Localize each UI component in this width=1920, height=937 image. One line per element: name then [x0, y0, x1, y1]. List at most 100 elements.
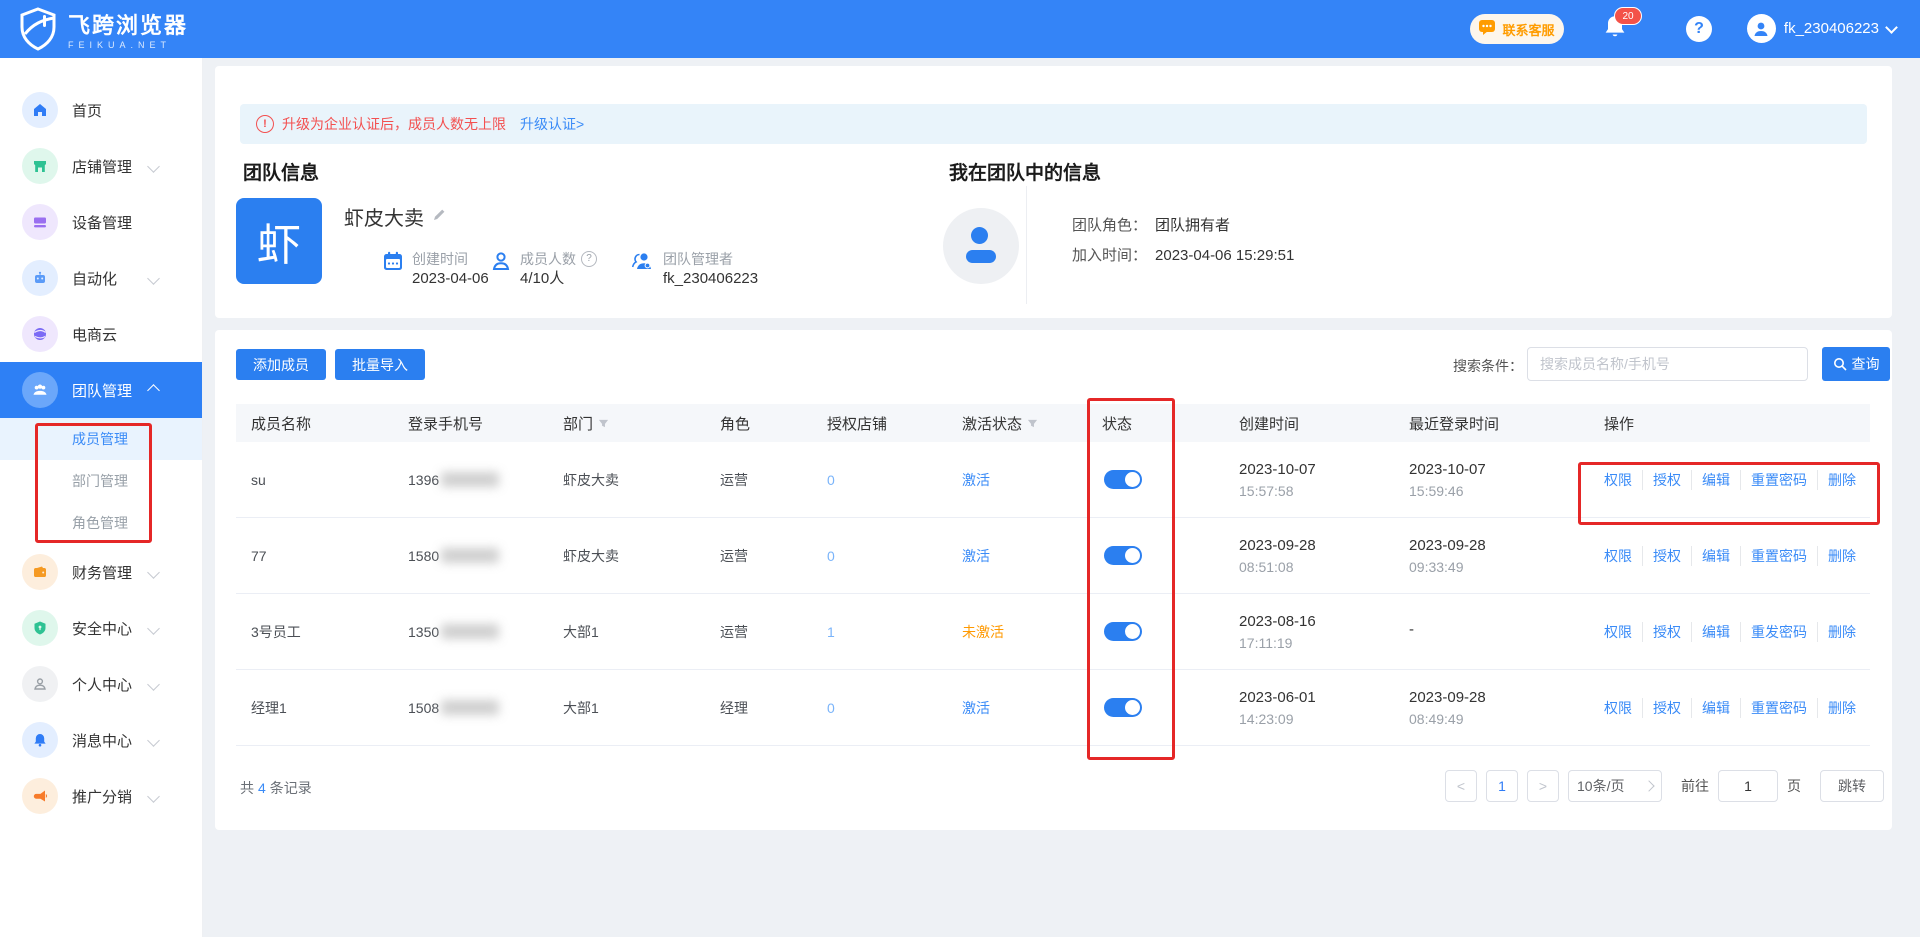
top-navigation-bar: 飞跨浏览器 FEIKUA.NET 联系客服 20 ? fk_230406223	[0, 0, 1920, 58]
resend-password-link[interactable]: 重发密码	[1740, 622, 1807, 642]
team-owner-label: 团队管理者	[663, 250, 758, 268]
sidebar-item-home[interactable]: 首页	[0, 82, 202, 138]
sidebar-item-team-management[interactable]: 团队管理	[0, 362, 202, 418]
notice-text: 升级为企业认证后，成员人数无上限	[282, 114, 506, 134]
upgrade-link[interactable]: 升级认证>	[520, 114, 584, 134]
cell-member-name: 经理1	[251, 698, 408, 718]
cell-created-time: 2023-10-0715:57:58	[1239, 461, 1409, 499]
delete-link[interactable]: 删除	[1817, 698, 1856, 718]
created-time-value: 2023-04-06	[412, 268, 489, 290]
shield-logo-icon	[18, 7, 58, 56]
add-member-button[interactable]: 添加成员	[236, 349, 326, 380]
cell-phone: 1580	[408, 548, 563, 564]
shops-count-link[interactable]: 0	[827, 548, 835, 564]
question-circle-icon[interactable]: ?	[581, 251, 597, 267]
robot-icon	[22, 260, 58, 296]
logo-title: 飞跨浏览器	[68, 13, 188, 39]
delete-link[interactable]: 删除	[1817, 546, 1856, 566]
cell-created-time: 2023-08-1617:11:19	[1239, 613, 1409, 651]
authorize-link[interactable]: 授权	[1642, 470, 1681, 490]
status-toggle[interactable]	[1104, 698, 1142, 717]
reset-password-link[interactable]: 重置密码	[1740, 470, 1807, 490]
reset-password-link[interactable]: 重置密码	[1740, 698, 1807, 718]
cloud-globe-icon	[22, 316, 58, 352]
edit-pencil-icon[interactable]	[432, 205, 447, 228]
status-toggle[interactable]	[1104, 622, 1142, 641]
search-condition-label: 搜索条件：	[1453, 356, 1523, 376]
chevron-down-icon	[147, 566, 160, 579]
edit-link[interactable]: 编辑	[1691, 698, 1730, 718]
sidebar-item-security-center[interactable]: 安全中心	[0, 600, 202, 656]
shops-count-link[interactable]: 0	[827, 700, 835, 716]
search-icon	[1833, 357, 1847, 371]
sidebar-subitem-member-management[interactable]: 成员管理	[0, 418, 202, 460]
authorize-link[interactable]: 授权	[1642, 698, 1681, 718]
sidebar-subitem-role-management[interactable]: 角色管理	[0, 502, 202, 544]
activation-status: 激活	[962, 470, 990, 490]
sidebar-item-automation[interactable]: 自动化	[0, 250, 202, 306]
reset-password-link[interactable]: 重置密码	[1740, 546, 1807, 566]
shops-count-link[interactable]: 0	[827, 472, 835, 488]
chevron-up-icon	[147, 384, 160, 397]
created-time-label: 创建时间	[412, 250, 489, 268]
warning-icon: !	[256, 115, 274, 133]
authorize-link[interactable]: 授权	[1642, 546, 1681, 566]
chevron-down-icon	[147, 734, 160, 747]
search-input[interactable]	[1527, 347, 1808, 381]
sidebar-item-personal-center[interactable]: 个人中心	[0, 656, 202, 712]
permission-link[interactable]: 权限	[1604, 470, 1632, 490]
activation-status: 未激活	[962, 622, 1004, 642]
col-status: 状态	[1102, 413, 1239, 434]
page-size-select[interactable]: 10条/页	[1568, 770, 1662, 802]
join-time-label: 加入时间：	[1072, 247, 1147, 264]
app-logo[interactable]: 飞跨浏览器 FEIKUA.NET	[18, 7, 188, 56]
table-row: 77 1580 虾皮大卖 运营 0 激活 2023-09-2808:51:08 …	[236, 518, 1870, 594]
username-label: fk_230406223	[1784, 20, 1879, 37]
shops-count-link[interactable]: 1	[827, 624, 835, 640]
next-page-button[interactable]: >	[1527, 770, 1559, 802]
megaphone-icon	[22, 778, 58, 814]
status-toggle[interactable]	[1104, 470, 1142, 489]
sidebar-subitem-department-management[interactable]: 部门管理	[0, 460, 202, 502]
device-icon	[22, 204, 58, 240]
permission-link[interactable]: 权限	[1604, 698, 1632, 718]
delete-link[interactable]: 删除	[1817, 622, 1856, 642]
delete-link[interactable]: 删除	[1817, 470, 1856, 490]
filter-funnel-icon[interactable]	[1027, 418, 1038, 429]
user-menu[interactable]: fk_230406223	[1747, 14, 1896, 43]
status-toggle[interactable]	[1104, 546, 1142, 565]
home-icon	[22, 92, 58, 128]
contact-support-button[interactable]: 联系客服	[1470, 14, 1564, 44]
sidebar-item-finance-management[interactable]: 财务管理	[0, 544, 202, 600]
question-mark-icon: ?	[1694, 20, 1704, 38]
authorize-link[interactable]: 授权	[1642, 622, 1681, 642]
jump-button[interactable]: 跳转	[1820, 770, 1884, 802]
batch-import-button[interactable]: 批量导入	[335, 349, 425, 380]
goto-page-input[interactable]	[1718, 770, 1778, 802]
calendar-icon	[382, 250, 404, 277]
notification-bell[interactable]: 20	[1602, 13, 1632, 45]
sidebar-item-message-center[interactable]: 消息中心	[0, 712, 202, 768]
edit-link[interactable]: 编辑	[1691, 470, 1730, 490]
prev-page-button[interactable]: <	[1445, 770, 1477, 802]
bell-icon	[1602, 28, 1628, 45]
search-button[interactable]: 查询	[1822, 347, 1890, 381]
help-button[interactable]: ?	[1686, 16, 1712, 42]
filter-funnel-icon[interactable]	[598, 418, 609, 429]
sidebar-item-ecommerce-cloud[interactable]: 电商云	[0, 306, 202, 362]
chevron-down-icon	[1885, 21, 1898, 34]
sidebar-item-shop-management[interactable]: 店铺管理	[0, 138, 202, 194]
permission-link[interactable]: 权限	[1604, 546, 1632, 566]
chevron-down-icon	[147, 272, 160, 285]
sidebar-item-promotion[interactable]: 推广分销	[0, 768, 202, 824]
permission-link[interactable]: 权限	[1604, 622, 1632, 642]
page-number-button[interactable]: 1	[1486, 770, 1518, 802]
edit-link[interactable]: 编辑	[1691, 546, 1730, 566]
chat-bubble-icon	[1479, 20, 1496, 38]
sidebar-item-device-management[interactable]: 设备管理	[0, 194, 202, 250]
col-role: 角色	[720, 413, 827, 434]
join-time-value: 2023-04-06 15:29:51	[1155, 247, 1294, 264]
col-actions: 操作	[1604, 413, 1870, 434]
edit-link[interactable]: 编辑	[1691, 622, 1730, 642]
cell-department: 大部1	[563, 622, 720, 642]
